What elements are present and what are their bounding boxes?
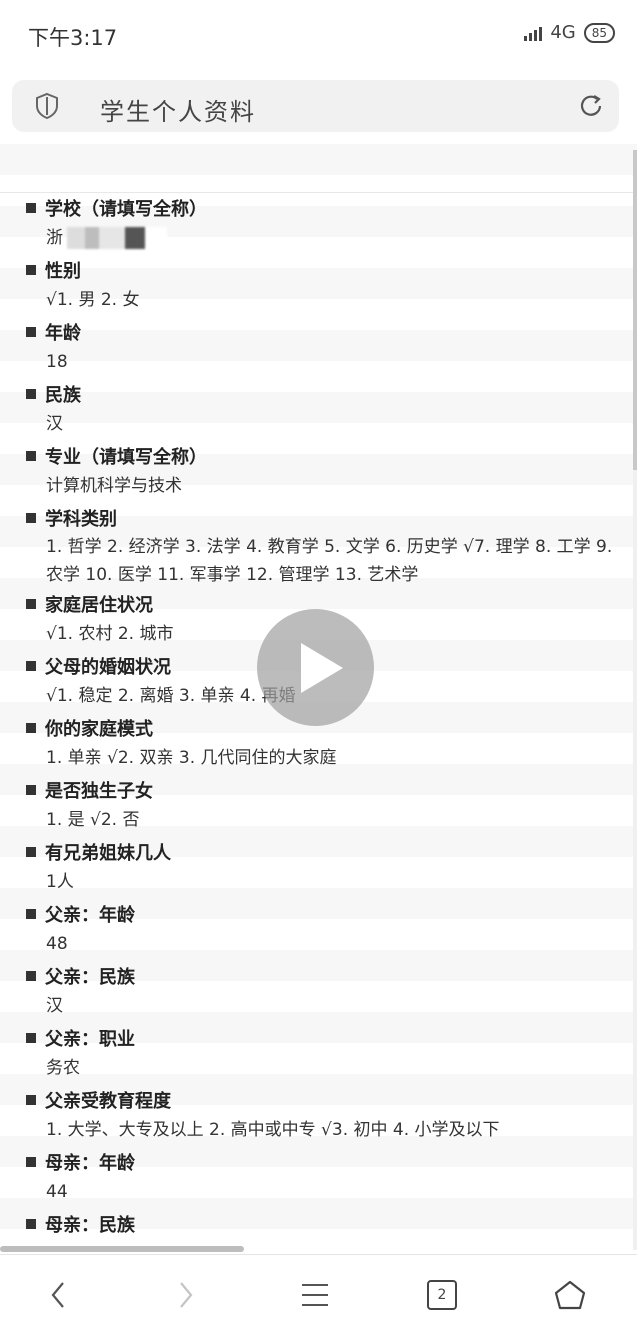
refresh-icon[interactable]	[577, 92, 605, 120]
browser-bottom-nav: 2	[0, 1254, 637, 1335]
bullet-square-icon	[26, 1157, 36, 1167]
status-indicators: 4G 85	[524, 22, 615, 43]
question-school: 学校（请填写全称） 浙	[0, 193, 637, 255]
play-icon	[300, 642, 343, 693]
question-gender: 性别 √1. 男 2. 女	[0, 255, 637, 317]
question-answer: 1. 单亲 √2. 双亲 3. 几代同住的大家庭	[46, 748, 337, 768]
question-age: 年龄 18	[0, 317, 637, 379]
shield-icon	[36, 92, 58, 120]
question-father-education: 父亲受教育程度 1. 大学、大专及以上 2. 高中或中专 √3. 初中 4. 小…	[0, 1085, 637, 1147]
question-answer: 1. 大学、大专及以上 2. 高中或中专 √3. 初中 4. 小学及以下	[46, 1120, 500, 1140]
address-bar[interactable]: 学生个人资料	[12, 80, 619, 132]
tabs-button[interactable]: 2	[420, 1273, 464, 1317]
video-play-button[interactable]	[257, 609, 374, 726]
bullet-square-icon	[26, 513, 36, 523]
question-major: 专业（请填写全称） 计算机科学与技术	[0, 441, 637, 503]
question-only-child: 是否独生子女 1. 是 √2. 否	[0, 775, 637, 837]
question-title: 父亲：年龄	[45, 905, 135, 926]
question-title: 母亲：年龄	[45, 1153, 135, 1174]
bullet-square-icon	[26, 1219, 36, 1229]
bullet-square-icon	[26, 389, 36, 399]
question-answer: √1. 男 2. 女	[46, 290, 140, 310]
bullet-square-icon	[26, 723, 36, 733]
question-ethnicity: 民族 汉	[0, 379, 637, 441]
home-icon	[554, 1280, 586, 1310]
chevron-right-icon	[180, 1282, 193, 1308]
horizontal-scrollbar[interactable]	[0, 1246, 244, 1252]
bullet-square-icon	[26, 909, 36, 919]
question-answer: 浙	[46, 228, 63, 248]
question-answer: 48	[46, 934, 68, 954]
question-answer: 汉	[46, 996, 63, 1016]
question-title: 父亲：民族	[45, 967, 135, 988]
battery-icon: 85	[583, 22, 615, 43]
network-type: 4G	[550, 22, 576, 43]
bullet-square-icon	[26, 203, 36, 213]
question-answer: 计算机科学与技术	[46, 476, 182, 496]
question-answer: 1人	[46, 872, 74, 892]
question-title: 母亲：民族	[45, 1215, 135, 1236]
question-title: 家庭居住状况	[45, 595, 153, 616]
bullet-square-icon	[26, 785, 36, 795]
question-father-occupation: 父亲：职业 务农	[0, 1023, 637, 1085]
question-title: 民族	[45, 385, 81, 406]
tab-count-badge: 2	[427, 1280, 457, 1310]
question-answer: 1. 是 √2. 否	[46, 810, 140, 830]
chevron-left-icon	[51, 1282, 64, 1308]
question-title: 学校（请填写全称）	[45, 199, 207, 220]
signal-icon	[524, 25, 543, 41]
bullet-square-icon	[26, 327, 36, 337]
page-title: 学生个人资料	[100, 98, 256, 126]
question-siblings: 有兄弟姐妹几人 1人	[0, 837, 637, 899]
question-answer: 汉	[46, 414, 63, 434]
back-button[interactable]	[36, 1273, 80, 1317]
bullet-square-icon	[26, 599, 36, 609]
bullet-square-icon	[26, 1095, 36, 1105]
bullet-square-icon	[26, 971, 36, 981]
question-title: 是否独生子女	[45, 781, 153, 802]
question-title: 有兄弟姐妹几人	[45, 843, 171, 864]
menu-button[interactable]	[293, 1273, 337, 1317]
question-father-ethnicity: 父亲：民族 汉	[0, 961, 637, 1023]
bullet-square-icon	[26, 451, 36, 461]
question-title: 你的家庭模式	[45, 719, 153, 740]
question-title: 性别	[45, 261, 81, 282]
question-answer: 务农	[46, 1058, 80, 1078]
bullet-square-icon	[26, 661, 36, 671]
question-discipline: 学科类别 1. 哲学 2. 经济学 3. 法学 4. 教育学 5. 文学 6. …	[0, 503, 637, 589]
menu-icon	[302, 1284, 328, 1306]
question-title: 父母的婚姻状况	[45, 657, 171, 678]
redacted-blur	[67, 227, 167, 249]
question-answer: 44	[46, 1182, 68, 1202]
status-time: 下午3:17	[28, 26, 118, 50]
question-title: 学科类别	[45, 509, 117, 530]
question-title: 年龄	[45, 323, 81, 344]
question-title: 专业（请填写全称）	[45, 447, 207, 468]
bullet-square-icon	[26, 1033, 36, 1043]
bullet-square-icon	[26, 265, 36, 275]
question-title: 父亲：职业	[45, 1029, 135, 1050]
question-answer: 18	[46, 352, 68, 372]
bullet-square-icon	[26, 847, 36, 857]
question-title: 父亲受教育程度	[45, 1091, 171, 1112]
status-bar: 下午3:17 4G 85	[0, 0, 637, 72]
question-father-age: 父亲：年龄 48	[0, 899, 637, 961]
question-mother-age: 母亲：年龄 44	[0, 1147, 637, 1209]
home-button[interactable]	[548, 1273, 592, 1317]
forward-button[interactable]	[164, 1273, 208, 1317]
content-spacer	[0, 144, 637, 193]
scrollbar-thumb[interactable]	[633, 150, 637, 470]
question-answer: 1. 哲学 2. 经济学 3. 法学 4. 教育学 5. 文学 6. 历史学 √…	[46, 537, 613, 585]
